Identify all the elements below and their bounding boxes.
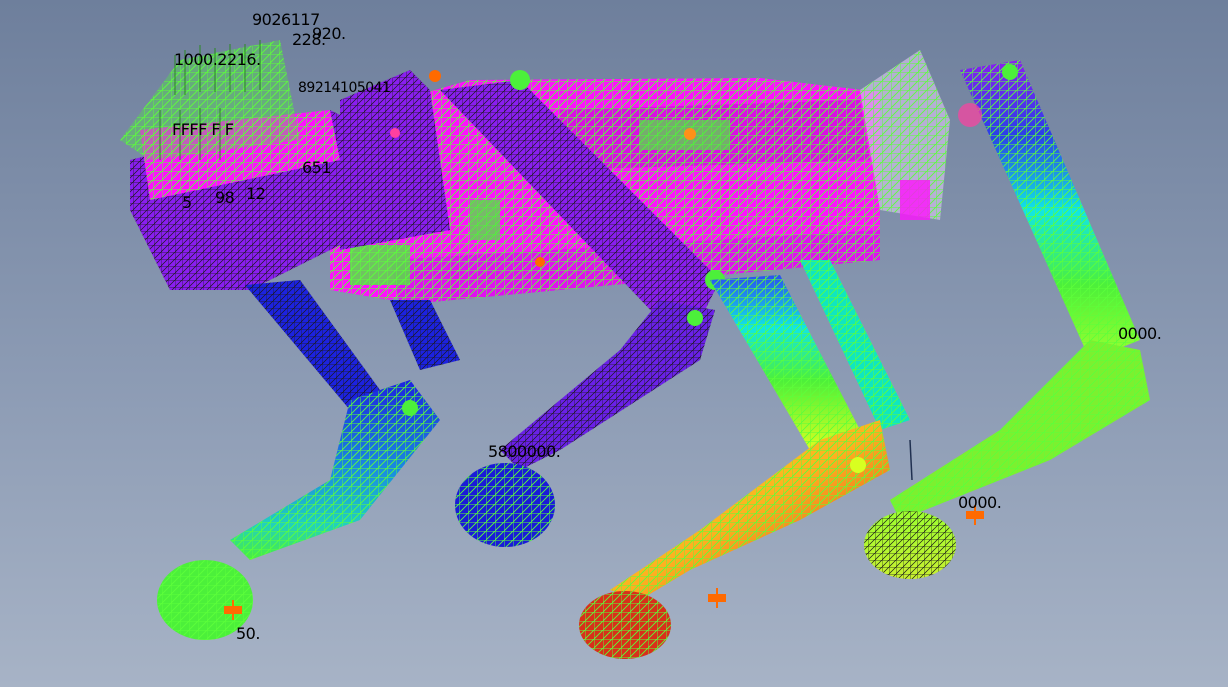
load-marker-body: [535, 257, 545, 267]
joint-marker-2: [684, 128, 696, 140]
joint-marker-1: [429, 70, 441, 82]
load-marker-mid: [708, 588, 726, 608]
joint-marker-3: [390, 128, 400, 138]
rear-near-leg: [860, 50, 1150, 579]
robot-dog-mesh-model[interactable]: [0, 0, 1228, 687]
rear-far-leg: [579, 260, 913, 659]
fea-mesh-viewport[interactable]: 9026117 920. 228. 1000.2216. 89214105041…: [0, 0, 1228, 687]
front-far-leg: [157, 280, 460, 640]
load-marker-rear: [966, 505, 984, 525]
